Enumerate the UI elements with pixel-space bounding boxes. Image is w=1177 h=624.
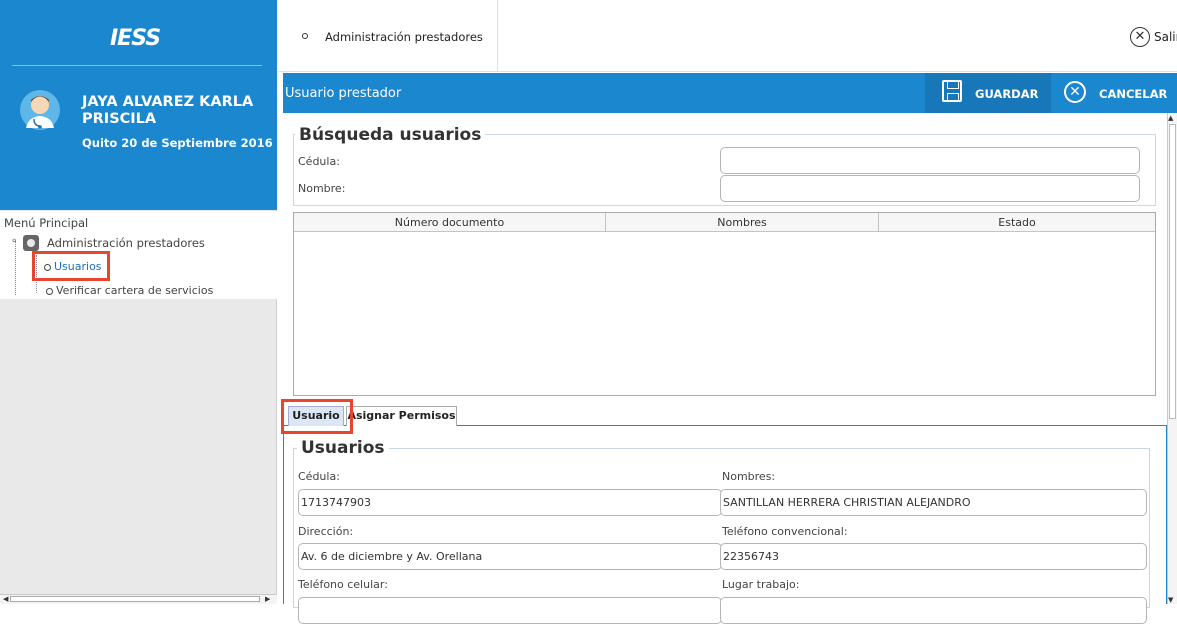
scroll-up-icon[interactable]: ▲: [1168, 114, 1173, 122]
tab-asignar-permisos[interactable]: Asignar Permisos: [346, 406, 457, 426]
cedula-input[interactable]: 1713747903: [298, 489, 722, 516]
telefono-input[interactable]: 22356743: [720, 543, 1147, 570]
column-nombres[interactable]: Nombres: [606, 216, 878, 229]
highlight-tab-usuario: [281, 399, 353, 434]
cancel-button-label[interactable]: CANCELAR: [1099, 87, 1167, 101]
tree-item-administracion[interactable]: Administración prestadores: [47, 236, 205, 250]
tree-item-label: Verificar cartera de servicios: [56, 284, 214, 297]
celular-label: Teléfono celular:: [298, 578, 388, 591]
save-icon[interactable]: [942, 80, 962, 102]
column-numero-documento[interactable]: Número documento: [294, 216, 605, 229]
save-button-label[interactable]: GUARDAR: [975, 87, 1038, 101]
search-cedula-input[interactable]: [720, 147, 1140, 174]
telefono-label: Teléfono convencional:: [722, 525, 848, 538]
cedula-label: Cédula:: [298, 470, 340, 483]
scroll-down-icon[interactable]: ▼: [1168, 596, 1173, 604]
search-legend: Búsqueda usuarios: [295, 125, 486, 145]
nombre-label: Nombre:: [298, 182, 346, 195]
user-date: Quito 20 de Septiembre 2016: [82, 136, 273, 150]
doctor-avatar-icon: [20, 90, 60, 130]
close-icon[interactable]: ✕: [1130, 27, 1150, 47]
celular-input[interactable]: [298, 597, 722, 624]
tree-item-verificar[interactable]: Verificar cartera de servicios: [46, 284, 213, 297]
scrollbar-thumb[interactable]: [1169, 124, 1176, 419]
scrollbar-thumb[interactable]: [10, 596, 260, 602]
nombres-label: Nombres:: [722, 470, 776, 483]
direccion-label: Dirección:: [298, 525, 354, 538]
lugar-trabajo-label: Lugar trabajo:: [722, 578, 800, 591]
iess-logo: IESS: [110, 26, 161, 51]
menu-title: Menú Principal: [4, 216, 89, 230]
bullet-icon: [46, 287, 53, 295]
scroll-left-icon[interactable]: ◀: [3, 595, 8, 603]
usuarios-legend: Usuarios: [297, 438, 389, 458]
tree-connector: [15, 241, 16, 295]
tree-toggle-icon[interactable]: ⚬: [10, 236, 18, 247]
folder-icon: [23, 235, 39, 251]
cedula-label: Cédula:: [298, 155, 340, 168]
tab-label[interactable]: Administración prestadores: [325, 30, 483, 44]
direccion-input[interactable]: Av. 6 de diciembre y Av. Orellana: [298, 543, 722, 570]
lugar-trabajo-input[interactable]: [720, 597, 1147, 624]
form-title: Usuario prestador: [285, 86, 402, 101]
results-table: [293, 212, 1156, 396]
exit-button[interactable]: Salir: [1154, 30, 1177, 44]
bullet-icon: [302, 33, 308, 39]
user-profile: JAYA ALVAREZ KARLA PRISCILA Quito 20 de …: [0, 74, 277, 210]
cancel-icon[interactable]: ✕: [1064, 81, 1086, 103]
user-name: JAYA ALVAREZ KARLA PRISCILA: [82, 94, 254, 127]
nombres-input[interactable]: SANTILLAN HERRERA CHRISTIAN ALEJANDRO: [720, 489, 1147, 516]
logo-divider: [12, 65, 262, 66]
search-nombre-input[interactable]: [720, 175, 1140, 202]
column-estado[interactable]: Estado: [879, 216, 1155, 229]
scroll-right-icon[interactable]: ▶: [265, 595, 270, 603]
highlight-usuarios: [32, 251, 110, 281]
